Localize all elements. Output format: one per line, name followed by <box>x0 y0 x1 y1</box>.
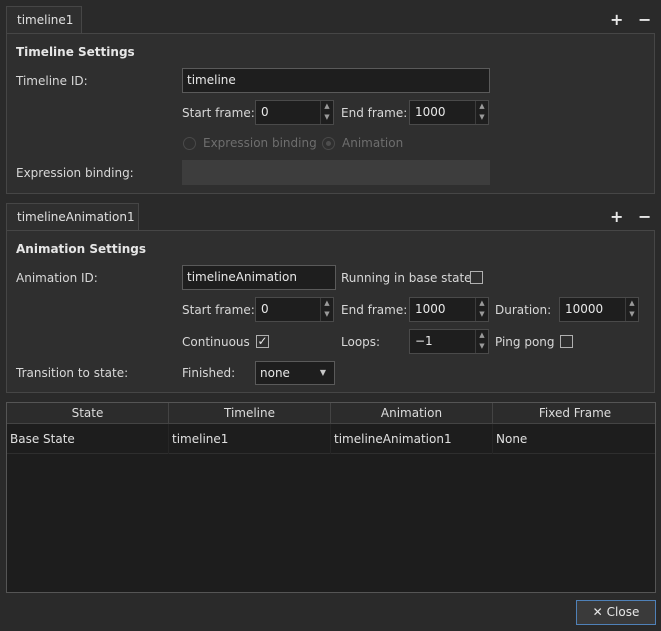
timeline-end-frame-label: End frame: <box>341 106 408 120</box>
spin-down-icon[interactable]: ▼ <box>321 112 333 123</box>
finished-state-dropdown[interactable]: none ▼ <box>255 361 335 385</box>
close-icon: ✕ <box>592 605 603 619</box>
timeline-settings-panel: Timeline Settings Timeline ID: timeline … <box>6 33 655 194</box>
expression-binding-radio-label: Expression binding <box>203 136 317 150</box>
table-row[interactable]: Base State timeline1 timelineAnimation1 … <box>7 424 655 454</box>
expression-binding-label: Expression binding: <box>16 166 134 180</box>
spin-up-icon[interactable]: ▲ <box>321 101 333 112</box>
duration-label: Duration: <box>495 303 552 317</box>
spin-up-icon[interactable]: ▲ <box>321 298 333 309</box>
continuous-label: Continuous <box>182 335 250 349</box>
transition-to-state-label: Transition to state: <box>16 366 129 380</box>
animation-settings-title: Animation Settings <box>16 242 147 256</box>
animation-settings-panel: Animation Settings Animation ID: timelin… <box>6 230 655 393</box>
column-header-animation[interactable]: Animation <box>331 403 493 424</box>
table-header: State Timeline Animation Fixed Frame <box>7 403 655 424</box>
remove-animation-icon[interactable]: − <box>638 209 651 225</box>
continuous-checkbox[interactable]: ✓ <box>256 335 269 348</box>
timeline-settings-title: Timeline Settings <box>16 45 135 59</box>
animation-end-frame-value: 1000 <box>415 302 446 316</box>
ping-pong-checkbox[interactable] <box>560 335 573 348</box>
timeline-start-frame-label: Start frame: <box>182 106 255 120</box>
spin-down-icon[interactable]: ▼ <box>321 309 333 320</box>
animation-id-label: Animation ID: <box>16 271 98 285</box>
column-header-fixed-frame[interactable]: Fixed Frame <box>493 403 655 424</box>
close-button[interactable]: ✕ Close <box>576 600 656 625</box>
timeline-start-frame-spinbox[interactable]: 0 ▲ ▼ <box>255 100 334 125</box>
state-table: State Timeline Animation Fixed Frame Bas… <box>6 402 656 593</box>
tab-timeline1[interactable]: timeline1 <box>6 6 82 34</box>
animation-id-input[interactable]: timelineAnimation <box>182 265 336 290</box>
remove-timeline-icon[interactable]: − <box>638 12 651 28</box>
check-icon: ✓ <box>257 334 268 348</box>
timeline-id-value: timeline <box>187 73 236 87</box>
animation-radio[interactable] <box>322 137 335 150</box>
animation-end-frame-spinbox[interactable]: 1000 ▲ ▼ <box>409 297 489 322</box>
tab-label: timeline1 <box>17 13 74 27</box>
timeline-end-frame-value: 1000 <box>415 105 446 119</box>
animation-id-value: timelineAnimation <box>187 270 297 284</box>
timeline-end-frame-spinbox[interactable]: 1000 ▲ ▼ <box>409 100 489 125</box>
animation-end-frame-label: End frame: <box>341 303 408 317</box>
add-timeline-icon[interactable]: + <box>610 12 623 28</box>
table-cell-timeline[interactable]: timeline1 <box>169 424 331 454</box>
spin-down-icon[interactable]: ▼ <box>626 309 638 320</box>
table-cell-animation[interactable]: timelineAnimation1 <box>331 424 493 454</box>
spin-up-icon[interactable]: ▲ <box>476 101 488 112</box>
running-in-base-state-label: Running in base state <box>341 271 472 285</box>
chevron-down-icon: ▼ <box>319 368 326 377</box>
table-cell-state[interactable]: Base State <box>7 424 169 454</box>
spin-down-icon[interactable]: ▼ <box>476 309 488 320</box>
animation-start-frame-value: 0 <box>261 302 269 316</box>
ping-pong-label: Ping pong <box>495 335 555 349</box>
tab-label: timelineAnimation1 <box>17 210 135 224</box>
finished-state-value: none <box>260 366 290 380</box>
column-header-state[interactable]: State <box>7 403 169 424</box>
finished-label: Finished: <box>182 366 236 380</box>
timeline-id-input[interactable]: timeline <box>182 68 490 93</box>
loops-label: Loops: <box>341 335 381 349</box>
loops-spinbox[interactable]: −1 ▲ ▼ <box>409 329 489 354</box>
duration-spinbox[interactable]: 10000 ▲ ▼ <box>559 297 639 322</box>
expression-binding-radio[interactable] <box>183 137 196 150</box>
running-in-base-state-checkbox[interactable] <box>470 271 483 284</box>
timeline-start-frame-value: 0 <box>261 105 269 119</box>
expression-binding-input[interactable] <box>182 160 490 185</box>
timeline-id-label: Timeline ID: <box>16 74 88 88</box>
loops-value: −1 <box>415 334 433 348</box>
spin-up-icon[interactable]: ▲ <box>476 298 488 309</box>
tab-timelineanimation1[interactable]: timelineAnimation1 <box>6 203 139 231</box>
duration-value: 10000 <box>565 302 604 316</box>
animation-start-frame-spinbox[interactable]: 0 ▲ ▼ <box>255 297 334 322</box>
table-cell-fixed-frame[interactable]: None <box>493 424 655 454</box>
close-button-label: Close <box>606 605 640 619</box>
spin-up-icon[interactable]: ▲ <box>626 298 638 309</box>
animation-start-frame-label: Start frame: <box>182 303 255 317</box>
spin-up-icon[interactable]: ▲ <box>476 330 488 341</box>
spin-down-icon[interactable]: ▼ <box>476 341 488 352</box>
add-animation-icon[interactable]: + <box>610 209 623 225</box>
animation-radio-label: Animation <box>342 136 404 150</box>
column-header-timeline[interactable]: Timeline <box>169 403 331 424</box>
spin-down-icon[interactable]: ▼ <box>476 112 488 123</box>
